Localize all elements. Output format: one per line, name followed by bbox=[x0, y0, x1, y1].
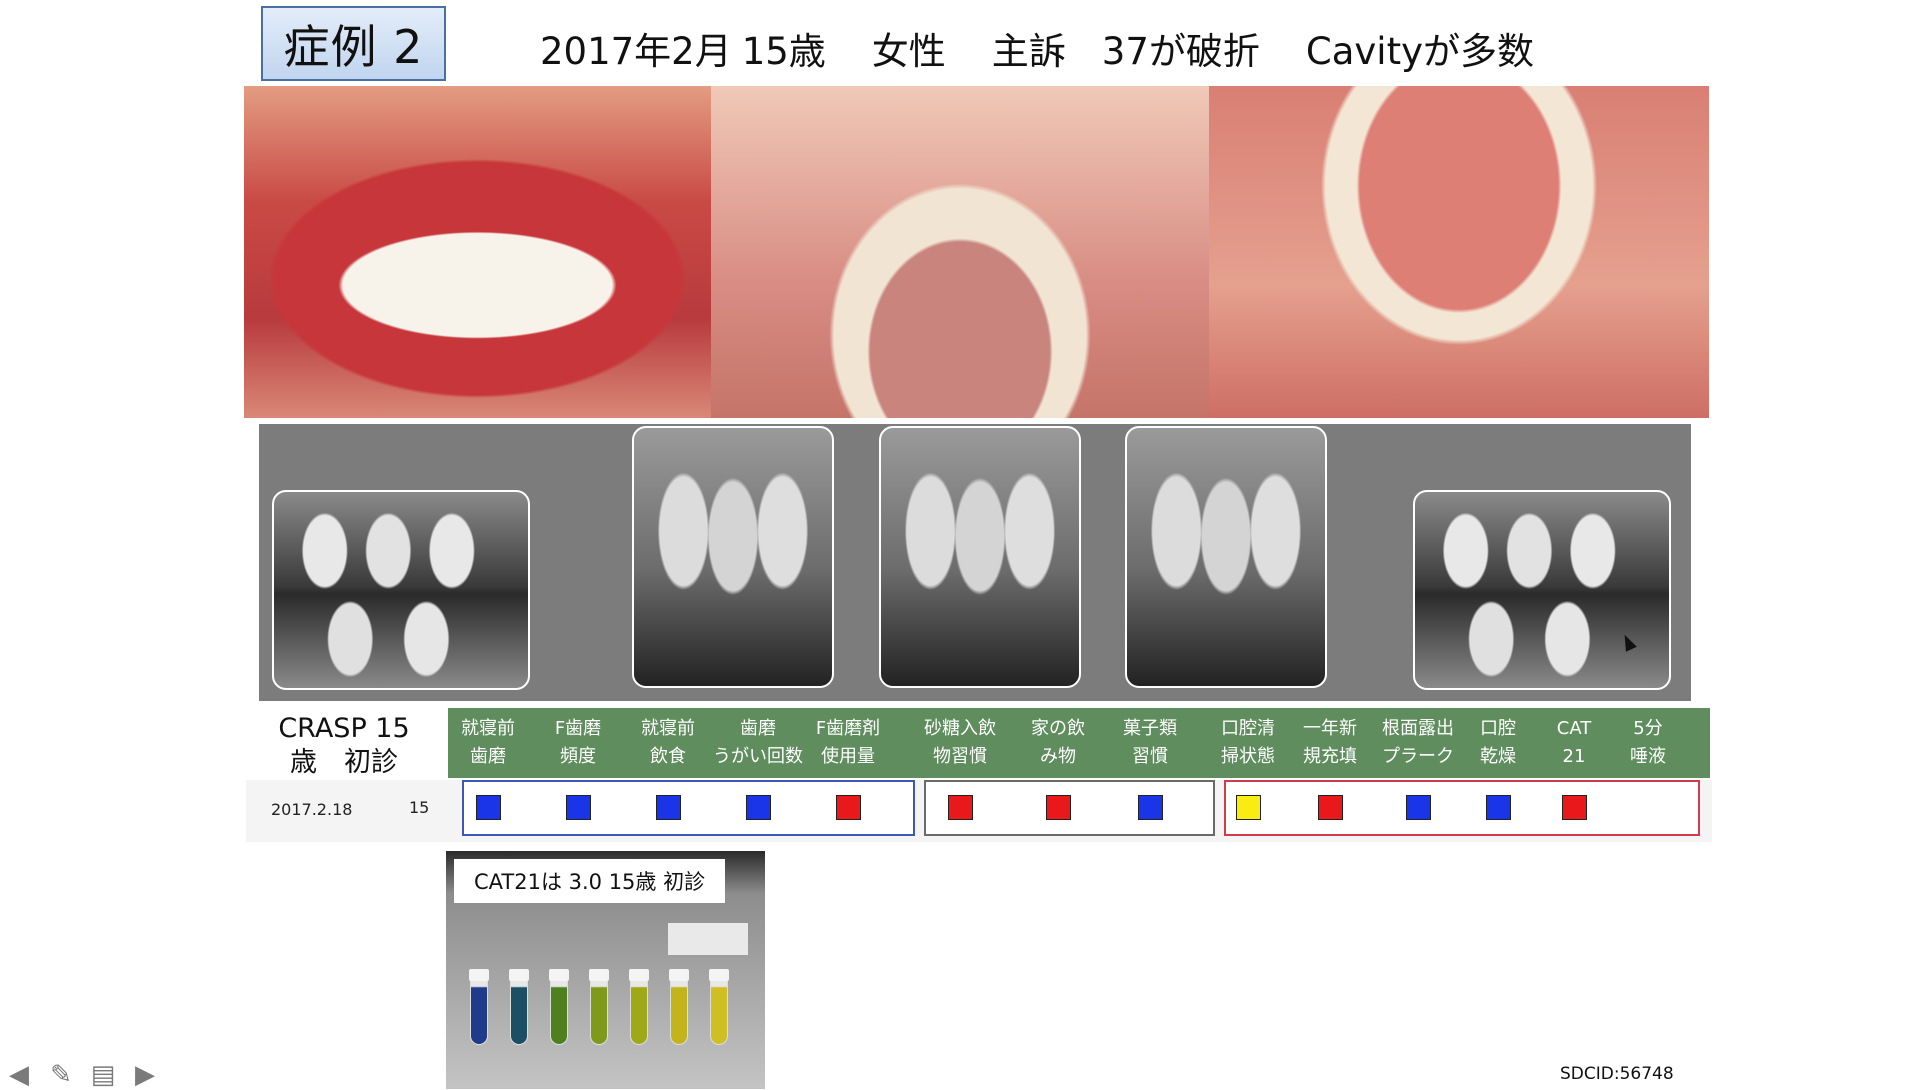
crasp-status-square bbox=[1562, 795, 1587, 820]
cat21-tube-cap bbox=[709, 969, 729, 981]
cat21-tube-cap bbox=[469, 969, 489, 981]
crasp-header-cell: 家の飲 み物 bbox=[1031, 718, 1085, 767]
cat21-tube-cap bbox=[509, 969, 529, 981]
crasp-status-square bbox=[1046, 795, 1071, 820]
crasp-header-cell: 口腔清 掃状態 bbox=[1221, 718, 1275, 767]
crasp-status-square bbox=[476, 795, 501, 820]
xray-panel bbox=[259, 424, 1691, 701]
cat21-tube-cap bbox=[589, 969, 609, 981]
crasp-header-cell: 根面露出 プラーク bbox=[1382, 718, 1454, 767]
cat21-tube bbox=[590, 971, 608, 1045]
pencil-icon[interactable]: ✎ bbox=[46, 1060, 76, 1090]
xray-bitewing-left bbox=[1413, 490, 1671, 690]
crasp-status-square bbox=[656, 795, 681, 820]
xray-periapical-2 bbox=[879, 426, 1081, 688]
cat21-tube bbox=[630, 971, 648, 1045]
crasp-header-cell: 就寝前 歯磨 bbox=[461, 718, 515, 767]
arrow-right-icon[interactable]: ▶ bbox=[130, 1060, 160, 1090]
intraoral-photo-lower-occlusal bbox=[1209, 86, 1709, 418]
complaint-label: 主訴 bbox=[991, 30, 1066, 73]
cat21-tube-cap bbox=[549, 969, 569, 981]
cat21-tube bbox=[510, 971, 528, 1045]
complaint-text: 37が破折 bbox=[1101, 30, 1260, 73]
case-title: 症例 2 bbox=[261, 6, 446, 81]
cat21-tube bbox=[470, 971, 488, 1045]
cat21-tube-cap bbox=[669, 969, 689, 981]
crasp-header-cell: F歯磨剤 使用量 bbox=[815, 718, 881, 767]
crasp-header-row: 就寝前 歯磨 F歯磨 頻度 就寝前 飲食 歯磨 うがい回数 F歯磨剤 使用量 砂糖入飲 物… bbox=[448, 708, 1710, 778]
case-sex: 女性 bbox=[871, 30, 946, 73]
xray-bitewing-right bbox=[272, 490, 530, 690]
xray-periapical-3 bbox=[1125, 426, 1327, 688]
crasp-status-square bbox=[1318, 795, 1343, 820]
cat21-label: CAT21は 3.0 15歳 初診 bbox=[454, 859, 726, 903]
crasp-status-square bbox=[948, 795, 973, 820]
crasp-header-cell: 一年新 規充填 bbox=[1303, 718, 1357, 767]
cat21-tube bbox=[670, 971, 688, 1045]
crasp-title: CRASP 15 歳 初診 bbox=[278, 713, 410, 778]
crasp-status-square bbox=[566, 795, 591, 820]
cat21-tube bbox=[550, 971, 568, 1045]
crasp-status-square bbox=[836, 795, 861, 820]
crasp-status-square bbox=[1406, 795, 1431, 820]
crasp-status-square bbox=[1236, 795, 1261, 820]
cat21-tube bbox=[710, 971, 728, 1045]
crasp-status-square bbox=[1486, 795, 1511, 820]
case-date: 2017年2月 bbox=[540, 30, 732, 73]
intraoral-photo-frontal bbox=[244, 86, 711, 418]
crasp-header-cell: F歯磨 頻度 bbox=[554, 718, 602, 767]
crasp-header-cell: 5分 唾液 bbox=[1630, 718, 1666, 767]
intraoral-photo-upper-occlusal bbox=[711, 86, 1209, 418]
crasp-status-square bbox=[746, 795, 771, 820]
sdcid-label: SDCID:56748 bbox=[1560, 1064, 1674, 1084]
crasp-header-cell: 就寝前 飲食 bbox=[641, 718, 695, 767]
cat21-tube-cap bbox=[629, 969, 649, 981]
menu-icon[interactable]: ▤ bbox=[88, 1060, 118, 1090]
finding-text: Cavityが多数 bbox=[1305, 30, 1534, 73]
cat21-test-photo: CAT21は 3.0 15歳 初診 bbox=[446, 851, 765, 1089]
cat21-white-card bbox=[668, 923, 748, 955]
crasp-date: 2017.2.18 bbox=[271, 800, 353, 819]
xray-periapical-1 bbox=[632, 426, 834, 688]
crasp-header-cell: 歯磨 うがい回数 bbox=[713, 718, 803, 767]
arrow-left-icon[interactable]: ◀ bbox=[4, 1060, 34, 1090]
case-age: 15歳 bbox=[741, 30, 826, 73]
crasp-header-cell: 砂糖入飲 物習慣 bbox=[924, 718, 996, 767]
crasp-status-square bbox=[1138, 795, 1163, 820]
crasp-age: 15 bbox=[409, 798, 430, 817]
crasp-group-3 bbox=[1224, 780, 1700, 836]
case-header: 2017年2月 15歳 女性 主訴 37が破折 Cavityが多数 bbox=[540, 18, 1534, 78]
crasp-header-cell: 菓子類 習慣 bbox=[1123, 718, 1177, 767]
